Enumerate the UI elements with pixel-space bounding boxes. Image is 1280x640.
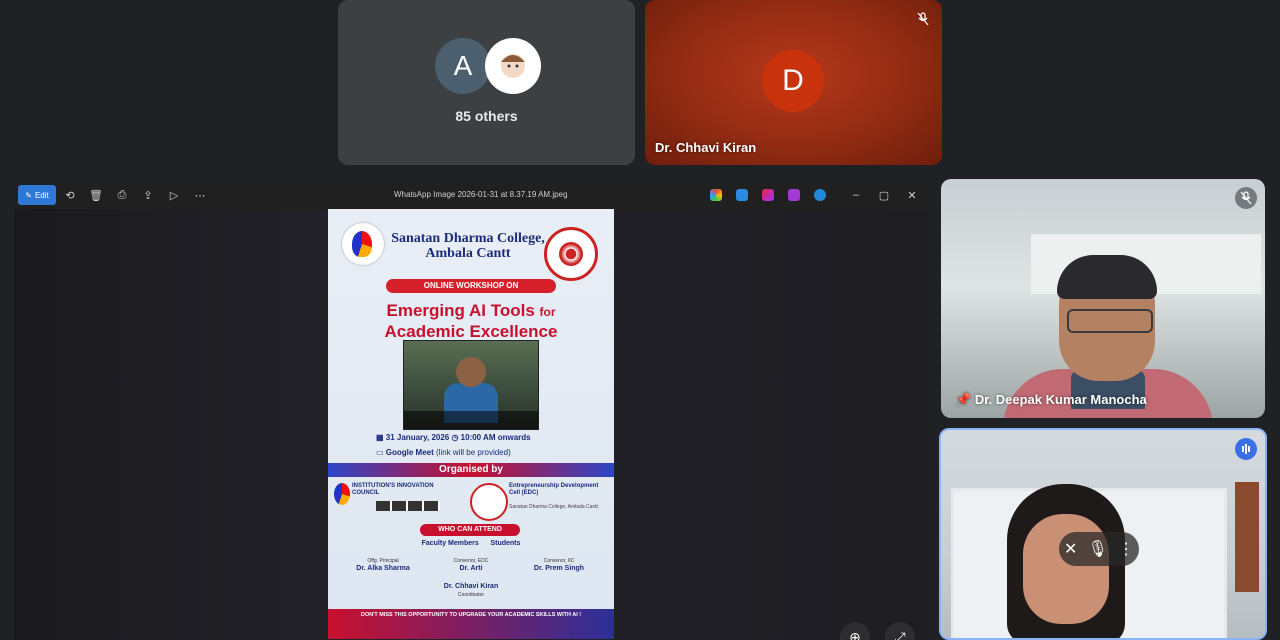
iic-emblem-icon <box>376 501 440 511</box>
participant-tile-chhavi[interactable]: D Dr. Chhavi Kiran <box>645 0 942 165</box>
poster-date-line: ▦ 31 January, 2026 ◷ 10:00 AM onwards <box>376 433 531 442</box>
edc-logo-icon <box>470 483 508 521</box>
meet-icon: ▭ <box>376 448 386 457</box>
participant-tile-deepak[interactable]: 📌 Dr. Deepak Kumar Manocha <box>941 179 1265 418</box>
avatar-d: D <box>762 50 824 112</box>
poster-meet-line: ▭ Google Meet (link will be provided) <box>376 448 511 457</box>
minimize-icon[interactable]: – <box>848 187 864 203</box>
seal-logo-icon <box>544 227 598 281</box>
zoom-in-icon[interactable]: ⊕ <box>840 622 870 640</box>
share-icon[interactable]: ⇪ <box>140 187 156 203</box>
print-icon[interactable]: ⎙ <box>114 187 130 203</box>
workshop-poster: Sanatan Dharma College, Ambala Cantt ONL… <box>328 209 614 639</box>
poster-title: Emerging AI Tools for Academic Excellenc… <box>384 301 558 341</box>
unpin-icon[interactable]: ✕ <box>1064 539 1077 559</box>
file-title: WhatsApp Image 2026-01-31 at 8.37.19 AM.… <box>394 190 568 199</box>
mic-off-icon <box>1235 187 1257 209</box>
copilot-icon[interactable] <box>710 189 722 201</box>
speaking-indicator-icon <box>1235 438 1257 460</box>
resource-person-photo <box>403 340 539 430</box>
signatory-iic: Convenor, IIC Dr. Prem Singh <box>533 558 585 572</box>
clipchamp-icon[interactable] <box>762 189 774 201</box>
avatar-image <box>485 38 541 94</box>
signatory-edc: Convenor, EDC Dr. Arti <box>453 558 489 572</box>
participant-name: 📌 Dr. Deepak Kumar Manocha <box>955 392 1147 407</box>
participant-name: Dr. Chhavi Kiran <box>655 140 757 155</box>
self-view-tile[interactable]: ✕ 🎙 ⋮ <box>939 428 1267 640</box>
photo-viewer-toolbar: ✎ Edit ⟲ 🗑 ⎙ ⇪ ▷ ⋯ WhatsApp Image 2026-01… <box>14 181 928 209</box>
delete-icon[interactable]: 🗑 <box>88 187 104 203</box>
designer-icon[interactable] <box>736 189 748 201</box>
self-tile-controls: ✕ 🎙 ⋮ <box>1059 532 1139 566</box>
pin-icon: 📌 <box>955 392 975 407</box>
onedrive-icon[interactable] <box>814 189 826 201</box>
mic-icon[interactable]: 🎙 <box>1088 539 1108 559</box>
college-logo-icon <box>342 223 384 265</box>
self-video <box>1023 514 1109 624</box>
avatar-a: A <box>435 38 491 94</box>
calendar-icon: ▦ <box>376 433 386 442</box>
iic-label: INSTITUTION'S INNOVATION COUNCIL <box>352 483 434 496</box>
shared-screen: ✎ Edit ⟲ 🗑 ⎙ ⇪ ▷ ⋯ WhatsApp Image 2026-01… <box>14 181 928 640</box>
slideshow-icon[interactable]: ▷ <box>166 187 182 203</box>
rotate-icon[interactable]: ⟲ <box>62 187 78 203</box>
fullscreen-icon[interactable]: ⤢ <box>885 622 915 640</box>
others-count-label: 85 others <box>455 108 518 124</box>
more-icon[interactable]: ⋯ <box>192 187 208 203</box>
audience-line: Faculty Members Students <box>421 540 521 547</box>
clock-icon: ◷ <box>451 433 461 442</box>
coordinator: Dr. Chhavi Kiran Coordinator <box>443 583 499 598</box>
poster-footer: DON'T MISS THIS OPPORTUNITY TO UPGRADE Y… <box>328 609 614 639</box>
restore-icon[interactable]: ▢ <box>876 187 892 203</box>
iic-logo-icon <box>334 483 350 505</box>
edit-icon: ✎ <box>25 190 32 200</box>
poster-tag: ONLINE WORKSHOP ON <box>386 279 556 293</box>
edc-label: Entrepreneurship Development Cell (EDC) <box>509 483 599 496</box>
more-options-icon[interactable]: ⋮ <box>1118 539 1134 559</box>
poster-college-name: Sanatan Dharma College, Ambala Cantt <box>391 231 545 261</box>
cartoon-avatar-icon <box>501 54 525 78</box>
organised-by-banner: Organised by <box>328 463 614 477</box>
edit-button[interactable]: ✎ Edit <box>18 185 56 205</box>
close-icon[interactable]: ✕ <box>904 187 920 203</box>
photos-app-icon[interactable] <box>788 189 800 201</box>
image-canvas: Sanatan Dharma College, Ambala Cantt ONL… <box>14 209 928 640</box>
signatory-principal: Offg. Principal Dr. Alka Sharma <box>356 558 410 572</box>
edc-subtitle: Sanatan Dharma College, Ambala Cantt. <box>509 504 600 510</box>
others-tile[interactable]: A 85 others <box>338 0 635 165</box>
mic-off-icon <box>912 8 934 30</box>
who-can-attend: WHO CAN ATTEND <box>420 524 520 536</box>
photo-caption <box>404 411 538 429</box>
